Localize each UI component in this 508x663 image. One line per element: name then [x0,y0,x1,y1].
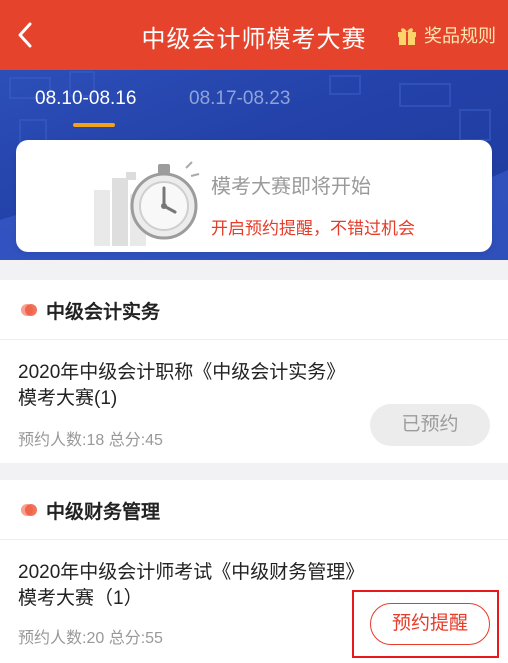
section-title: 中级会计实务 [46,302,161,323]
stopwatch-illustration-icon [74,154,204,250]
booked-button[interactable]: 已预约 [370,404,490,446]
section-header: 中级财务管理 [0,480,508,540]
notice-subtitle: 开启预约提醒，不错过机会 [211,219,415,238]
notice-title: 模考大赛即将开始 [211,176,371,198]
prize-rules-link[interactable]: 奖品规则 [396,22,496,48]
tab-week-1[interactable]: 08.10-08.16 [35,88,136,110]
exam-section-1: 中级会计实务 2020年中级会计职称《中级会计实务》模考大赛(1) 预约人数:1… [0,280,508,463]
top-bar: 中级会计师模考大赛 奖品规则 [0,0,508,70]
highlight-box [352,590,499,658]
section-dot-icon [20,502,38,518]
section-dot-icon [20,302,38,318]
notice-card: 模考大赛即将开始 开启预约提醒，不错过机会 [16,140,492,252]
exam-title[interactable]: 2020年中级会计师考试《中级财务管理》模考大赛（1） [18,560,358,612]
gift-icon [396,24,418,46]
section-title: 中级财务管理 [46,502,161,523]
prize-rules-label: 奖品规则 [424,26,496,46]
exam-title[interactable]: 2020年中级会计职称《中级会计实务》模考大赛(1) [18,360,358,412]
tab-week-2[interactable]: 08.17-08.23 [189,88,290,110]
section-header: 中级会计实务 [0,280,508,340]
exam-meta: 预约人数:18 总分:45 [18,432,163,449]
active-tab-indicator [73,123,115,127]
exam-meta: 预约人数:20 总分:55 [18,630,163,647]
